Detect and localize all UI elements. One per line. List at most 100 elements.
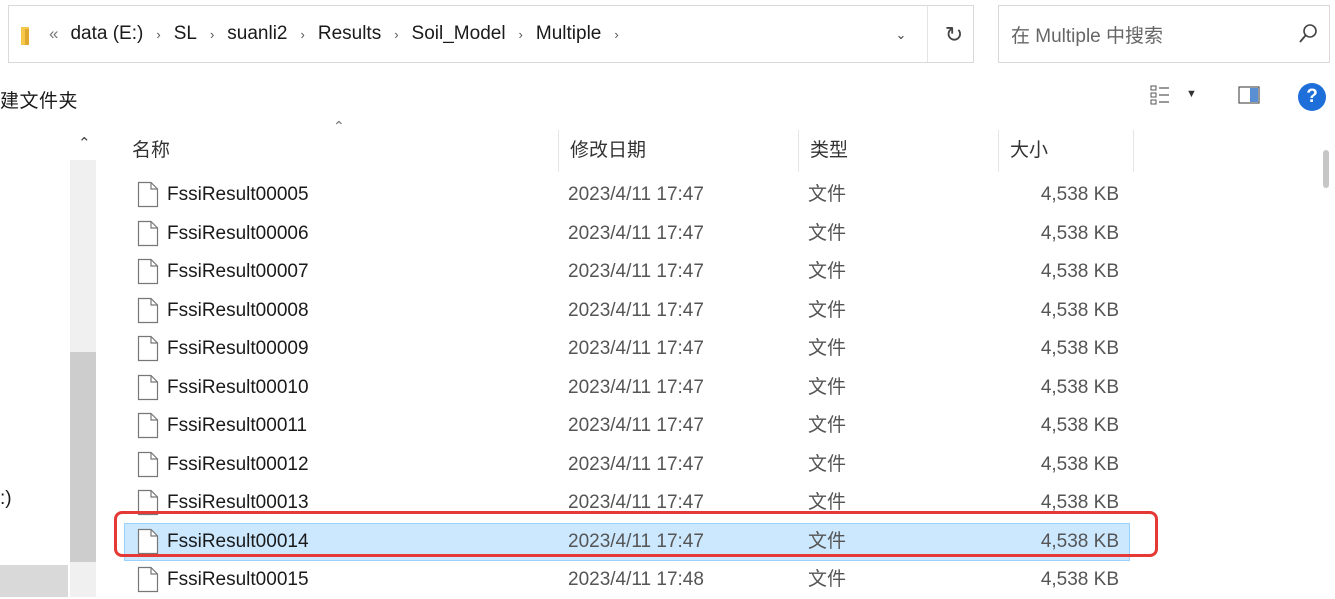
file-type: 文件 <box>808 184 847 205</box>
file-date: 2023/4/11 17:47 <box>568 530 704 552</box>
file-row[interactable]: FssiResult00005 2023/4/11 17:47 文件 4,538 KB <box>0 176 1335 214</box>
file-icon <box>137 181 159 208</box>
view-options-dropdown-icon[interactable]: ▼ <box>1186 88 1197 100</box>
file-size: 4,538 KB <box>1040 530 1119 552</box>
refresh-icon[interactable]: ↻ <box>939 20 969 50</box>
view-options-icon[interactable] <box>1150 84 1170 106</box>
address-bar[interactable]: « data (E:) › SL › suanli2 › Results › S… <box>8 5 974 63</box>
file-icon <box>137 258 159 285</box>
file-type: 文件 <box>808 569 847 590</box>
file-icon <box>137 412 159 439</box>
file-name[interactable]: FssiResult00012 <box>167 446 309 484</box>
file-icon <box>137 374 159 400</box>
new-folder-button[interactable]: 建文件夹 <box>0 86 78 113</box>
column-header-size[interactable]: 大小 <box>998 130 1133 172</box>
divider <box>927 6 928 62</box>
file-size: 4,538 KB <box>1040 415 1119 436</box>
file-size: 4,538 KB <box>1040 492 1119 513</box>
search-input[interactable]: 在 Multiple 中搜索 <box>998 5 1330 63</box>
file-type: 文件 <box>808 261 847 282</box>
file-date: 2023/4/11 17:47 <box>568 453 704 475</box>
file-type: 文件 <box>808 222 847 244</box>
file-name[interactable]: FssiResult00011 <box>167 407 307 445</box>
file-name[interactable]: FssiResult00009 <box>167 330 309 368</box>
file-date: 2023/4/11 17:48 <box>568 569 704 590</box>
breadcrumb-separator[interactable]: › <box>394 27 398 42</box>
file-type: 文件 <box>808 492 847 513</box>
file-icon <box>137 451 159 477</box>
file-type: 文件 <box>808 453 847 475</box>
file-icon <box>137 335 159 362</box>
file-name[interactable]: FssiResult00005 <box>167 176 309 214</box>
file-icon <box>137 528 159 554</box>
file-size: 4,538 KB <box>1040 338 1119 359</box>
file-date: 2023/4/11 17:47 <box>568 184 704 205</box>
column-header-type[interactable]: 类型 <box>798 130 998 172</box>
breadcrumb-item-results[interactable]: Results <box>316 23 383 45</box>
file-icon <box>137 220 159 246</box>
file-size: 4,538 KB <box>1040 453 1119 475</box>
file-row[interactable]: FssiResult00011 2023/4/11 17:47 文件 4,538 KB <box>0 407 1335 445</box>
search-placeholder: 在 Multiple 中搜索 <box>1011 26 1164 47</box>
file-type: 文件 <box>808 415 847 436</box>
file-date: 2023/4/11 17:47 <box>568 338 704 359</box>
breadcrumb-separator[interactable]: › <box>301 27 305 42</box>
file-icon <box>137 489 159 516</box>
folder-icon <box>21 27 29 45</box>
breadcrumb-item-multiple[interactable]: Multiple <box>534 23 603 45</box>
file-row[interactable]: FssiResult00014 2023/4/11 17:47 文件 4,538 KB <box>0 522 1335 561</box>
help-icon[interactable]: ? <box>1298 83 1326 111</box>
file-row[interactable]: FssiResult00012 2023/4/11 17:47 文件 4,538 KB <box>0 446 1335 484</box>
file-row[interactable]: FssiResult00008 2023/4/11 17:47 文件 4,538 KB <box>0 292 1335 330</box>
file-icon <box>137 566 159 593</box>
breadcrumb-item-soil-model[interactable]: Soil_Model <box>410 23 508 45</box>
file-name[interactable]: FssiResult00015 <box>167 561 309 599</box>
chevron-down-icon[interactable]: ⌄ <box>889 24 913 46</box>
file-name[interactable]: FssiResult00010 <box>167 369 309 407</box>
file-date: 2023/4/11 17:47 <box>568 376 704 398</box>
file-row[interactable]: FssiResult00015 2023/4/11 17:48 文件 4,538 KB <box>0 561 1335 599</box>
list-scrollbar-thumb[interactable] <box>1323 150 1329 188</box>
breadcrumb-separator[interactable]: › <box>156 27 160 42</box>
file-size: 4,538 KB <box>1040 299 1119 321</box>
file-type: 文件 <box>808 299 847 321</box>
nav-scroll-up-icon[interactable]: ⌃ <box>78 134 91 152</box>
file-name[interactable]: FssiResult00008 <box>167 292 309 330</box>
preview-pane-icon[interactable] <box>1238 86 1260 104</box>
file-icon <box>137 297 159 323</box>
file-date: 2023/4/11 17:47 <box>568 261 704 282</box>
file-row[interactable]: FssiResult00010 2023/4/11 17:47 文件 4,538 KB <box>0 369 1335 407</box>
file-size: 4,538 KB <box>1040 569 1119 590</box>
file-type: 文件 <box>808 376 847 398</box>
file-date: 2023/4/11 17:47 <box>568 492 704 513</box>
breadcrumb-separator[interactable]: › <box>210 27 214 42</box>
file-name[interactable]: FssiResult00006 <box>167 215 309 253</box>
file-date: 2023/4/11 17:47 <box>568 222 704 244</box>
file-date: 2023/4/11 17:47 <box>568 299 704 321</box>
file-row[interactable]: FssiResult00006 2023/4/11 17:47 文件 4,538 KB <box>0 215 1335 253</box>
file-type: 文件 <box>808 338 847 359</box>
file-name[interactable]: FssiResult00007 <box>167 253 309 291</box>
breadcrumb-separator[interactable]: › <box>519 27 523 42</box>
file-name[interactable]: FssiResult00014 <box>167 523 309 561</box>
breadcrumb: « data (E:) › SL › suanli2 › Results › S… <box>49 6 630 62</box>
file-size: 4,538 KB <box>1040 261 1119 282</box>
file-date: 2023/4/11 17:47 <box>568 415 704 436</box>
column-header-date[interactable]: 修改日期 <box>558 130 798 172</box>
file-row[interactable]: FssiResult00007 2023/4/11 17:47 文件 4,538 KB <box>0 253 1335 291</box>
file-type: 文件 <box>808 530 847 552</box>
breadcrumb-separator[interactable]: › <box>614 27 618 42</box>
breadcrumb-item-drive[interactable]: data (E:) <box>68 23 145 45</box>
breadcrumb-item-suanli2[interactable]: suanli2 <box>225 23 289 45</box>
column-header-name[interactable]: 名称 <box>120 130 558 172</box>
column-divider[interactable] <box>1133 130 1134 172</box>
breadcrumb-overflow-button[interactable]: « <box>49 24 58 44</box>
file-name[interactable]: FssiResult00013 <box>167 484 309 522</box>
file-size: 4,538 KB <box>1040 184 1119 205</box>
file-size: 4,538 KB <box>1040 376 1119 398</box>
file-row[interactable]: FssiResult00013 2023/4/11 17:47 文件 4,538 KB <box>0 484 1335 522</box>
breadcrumb-item-sl[interactable]: SL <box>172 23 199 45</box>
search-icon[interactable] <box>1297 23 1319 45</box>
file-size: 4,538 KB <box>1040 222 1119 244</box>
file-row[interactable]: FssiResult00009 2023/4/11 17:47 文件 4,538 KB <box>0 330 1335 368</box>
